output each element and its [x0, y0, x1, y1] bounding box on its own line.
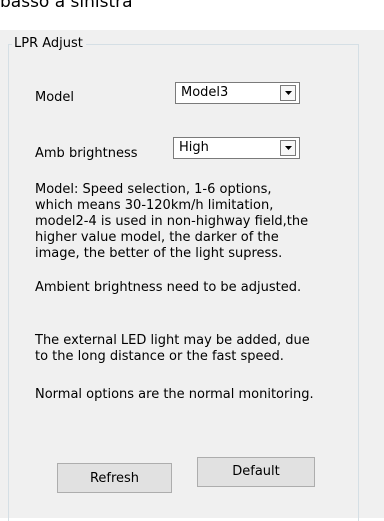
amb-brightness-select[interactable]: High	[173, 137, 300, 159]
amb-brightness-select-value: High	[179, 140, 209, 155]
default-button[interactable]: Default	[197, 457, 315, 487]
chevron-down-icon	[285, 91, 292, 95]
led-description-line: to the long distance or the fast speed.	[35, 349, 284, 364]
chevron-down-icon	[285, 146, 292, 150]
top-caption: basso a sinistra	[0, 0, 133, 12]
normal-description: Normal options are the normal monitoring…	[35, 387, 314, 402]
model-description-line: Model: Speed selection, 1-6 options,	[35, 182, 272, 197]
model-dropdown-button[interactable]	[280, 85, 296, 101]
led-description-line: The external LED light may be added, due	[35, 333, 310, 348]
model-description-line: image, the better of the light supress.	[35, 246, 283, 261]
amb-brightness-label: Amb brightness	[35, 146, 138, 161]
model-description-line: model2-4 is used in non-highway field,th…	[35, 214, 309, 229]
amb-brightness-dropdown-button[interactable]	[280, 140, 296, 156]
model-description-line: higher value model, the darker of the	[35, 230, 279, 245]
model-description-line: which means 30-120km/h limitation,	[35, 198, 274, 213]
model-select[interactable]: Model3	[175, 82, 300, 104]
model-label: Model	[35, 90, 75, 105]
model-select-value: Model3	[181, 85, 229, 100]
refresh-button-label: Refresh	[89, 471, 140, 486]
default-button-label: Default	[232, 464, 280, 479]
refresh-button[interactable]: Refresh	[57, 463, 172, 493]
ambient-description: Ambient brightness need to be adjusted.	[35, 280, 302, 295]
group-title: LPR Adjust	[12, 36, 86, 52]
